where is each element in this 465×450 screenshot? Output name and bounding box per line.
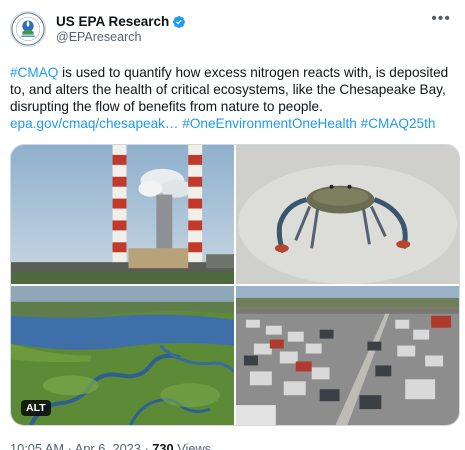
more-options-icon[interactable]: ••• <box>431 10 451 28</box>
marsh-aerial-photo[interactable]: ALT <box>11 286 234 425</box>
views-count[interactable]: 730 <box>152 441 173 450</box>
smokestacks-photo[interactable] <box>11 145 234 284</box>
blue-crab-photo[interactable] <box>236 145 459 284</box>
alt-text-badge[interactable]: ALT <box>21 400 51 416</box>
tweet-body: is used to quantify how excess nitrogen … <box>10 65 449 114</box>
avatar[interactable] <box>10 11 46 47</box>
meta-separator: · <box>64 441 75 450</box>
epa-seal-icon <box>11 12 45 46</box>
author-display-name[interactable]: US EPA Research <box>56 14 169 29</box>
verified-badge-icon <box>173 15 186 28</box>
media-grid: ALT <box>10 144 460 426</box>
highway-traffic-image <box>236 286 459 425</box>
tweet-date[interactable]: Apr 6, 2023 <box>75 441 141 450</box>
hashtag-cmaq25th[interactable]: #CMAQ25th <box>361 116 436 131</box>
smokestacks-image <box>11 145 234 284</box>
meta-separator-2: · <box>140 441 153 450</box>
highway-traffic-photo[interactable] <box>236 286 459 425</box>
tweet-meta: 10:05 AM · Apr 6, 2023 · 730 Views <box>10 441 451 450</box>
blue-crab-image <box>236 145 459 284</box>
tweet-text: #CMAQ is used to quantify how excess nit… <box>10 64 451 132</box>
tweet-header: US EPA Research @EPAresearch ••• <box>10 8 451 50</box>
hashtag-one-environment-one-health[interactable]: #OneEnvironmentOneHealth <box>182 116 357 131</box>
tweet-time[interactable]: 10:05 AM <box>10 441 64 450</box>
hashtag-cmaq[interactable]: #CMAQ <box>10 65 58 80</box>
author-handle[interactable]: @EPAresearch <box>56 30 186 44</box>
name-row: US EPA Research <box>56 14 186 29</box>
author-names: US EPA Research @EPAresearch <box>56 14 186 44</box>
tweet-card: US EPA Research @EPAresearch ••• #CMAQ i… <box>0 0 465 450</box>
tweet-link[interactable]: epa.gov/cmaq/chesapeak… <box>10 116 179 131</box>
views-label: Views <box>173 441 212 450</box>
